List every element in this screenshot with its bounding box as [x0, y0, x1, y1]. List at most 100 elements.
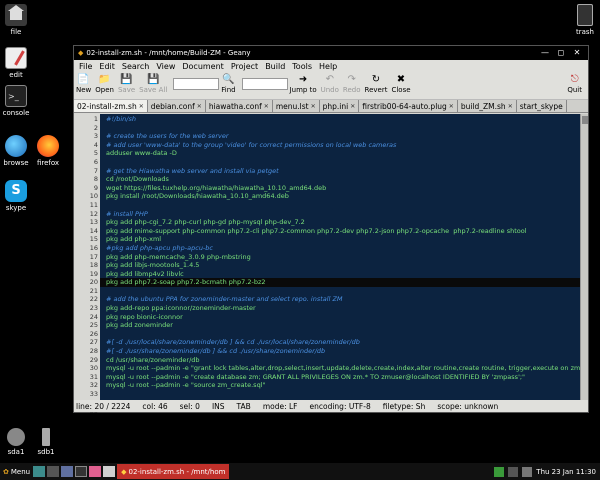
tab-hiawatha-conf[interactable]: hiawatha.conf ✕	[206, 100, 273, 112]
revert-button[interactable]: ↻ Revert	[365, 74, 388, 94]
close-tab-icon[interactable]: ✕	[139, 103, 144, 110]
code-line[interactable]	[100, 158, 580, 167]
code-line[interactable]: pkg add libjs-mootools_1.4.5	[100, 261, 580, 270]
minimize-icon[interactable]: —	[540, 48, 550, 58]
quicklaunch-editor-icon[interactable]	[75, 466, 88, 477]
tray-app-icon[interactable]	[494, 466, 505, 477]
tab-php-ini[interactable]: php.ini ✕	[320, 100, 360, 112]
find-button[interactable]: 🔍 Find	[221, 74, 235, 94]
tab-build-zm[interactable]: build_ZM.sh ✕	[458, 100, 517, 112]
save-all-button[interactable]: 💾 Save All	[139, 74, 167, 94]
start-menu-button[interactable]: ✿ Menu	[0, 465, 33, 478]
menu-tools[interactable]: Tools	[292, 62, 312, 71]
code-line[interactable]: cd /usr/share/zoneminder/db	[100, 356, 580, 365]
code-line[interactable]	[100, 390, 580, 399]
quit-button[interactable]: ⎋ Quit	[567, 74, 582, 94]
code-line[interactable]: #[ -d ./usr/share/zoneminder/db ] && cd …	[100, 347, 580, 356]
clock[interactable]: Thu 23 Jan 11:30	[536, 468, 596, 476]
code-line[interactable]	[100, 124, 580, 133]
volume-icon[interactable]	[522, 466, 533, 477]
menu-search[interactable]: Search	[122, 62, 149, 71]
code-line[interactable]: # create the users for the web server	[100, 132, 580, 141]
desktop-icon-skype[interactable]: S skype	[0, 180, 38, 212]
desktop-icon-edit[interactable]: edit	[0, 47, 38, 79]
menu-document[interactable]: Document	[182, 62, 223, 71]
menu-edit[interactable]: Edit	[99, 62, 115, 71]
code-line[interactable]: pkg add php-memcache_3.0.9 php-mbstring	[100, 253, 580, 262]
desktop-icon-firefox[interactable]: firefox	[26, 135, 70, 167]
jump-to-line-input[interactable]	[241, 78, 288, 90]
code-line[interactable]: mysql -u root --padmin -e "grant lock ta…	[100, 364, 580, 373]
close-tab-icon[interactable]: ✕	[508, 103, 513, 110]
code-editor[interactable]: 1 2 3 4 5 6 7 8 9 10 11 12 13 14 15 16 17 18 19 20 21 22 23 24 2…	[74, 114, 588, 415]
tab-firstrib-plug[interactable]: firstrib00-64-auto.plug ✕	[359, 100, 458, 112]
window-titlebar[interactable]: ◆ 02-install-zm.sh - /mnt/home/Build-ZM …	[74, 46, 588, 60]
code-line[interactable]: pkg add-repo ppa:iconnor/zoneminder-mast…	[100, 304, 580, 313]
menu-build[interactable]: Build	[265, 62, 285, 71]
code-line[interactable]: wget https://files.tuxhelp.org/hiawatha/…	[100, 184, 580, 193]
quicklaunch-terminal-icon[interactable]	[47, 466, 60, 477]
code-line[interactable]: pkg install /root/Downloads/hiawatha_10.…	[100, 192, 580, 201]
close-tab-icon[interactable]: ✕	[449, 103, 454, 110]
desktop-icon-console[interactable]: >_ console	[0, 85, 38, 117]
quicklaunch-desktop-icon[interactable]	[33, 466, 46, 477]
menu-view[interactable]: View	[156, 62, 175, 71]
desktop-icon-file[interactable]: file	[0, 4, 38, 36]
terminal-icon: >_	[5, 85, 27, 107]
close-tab-icon[interactable]: ✕	[350, 103, 355, 110]
code-line[interactable]	[100, 201, 580, 210]
line-number: 1	[93, 115, 98, 123]
save-button[interactable]: 💾 Save	[118, 74, 135, 94]
code-line[interactable]: pkg add php-cgi_7.2 php-curl php-gd php-…	[100, 218, 580, 227]
task-geany[interactable]: ◆ 02-install-zm.sh - /mnt/hom	[117, 464, 230, 479]
code-area[interactable]: #!/bin/sh # create the users for the web …	[100, 114, 580, 400]
jump-to-button[interactable]: ➜ Jump to	[290, 74, 317, 94]
new-button[interactable]: 📄 New	[76, 74, 91, 94]
desktop-icon-sdb1[interactable]: sdb1	[24, 428, 68, 456]
code-line[interactable]: pkg add zoneminder	[100, 321, 580, 330]
tab-debian-conf[interactable]: debian.conf ✕	[148, 100, 206, 112]
code-line[interactable]: adduser www-data -D	[100, 149, 580, 158]
code-line[interactable]: pkg add php-xml	[100, 235, 580, 244]
code-line[interactable]: pkg add mime-support php-common php7.2-c…	[100, 227, 580, 236]
code-line[interactable]: pkg repo bionic-iconnor	[100, 313, 580, 322]
redo-button[interactable]: ↷ Redo	[343, 74, 361, 94]
scrollbar-thumb[interactable]	[581, 116, 588, 124]
undo-button[interactable]: ↶ Undo	[321, 74, 339, 94]
close-tab-icon[interactable]: ✕	[311, 103, 316, 110]
close-button[interactable]: ✖ Close	[391, 74, 410, 94]
code-line[interactable]: #pkg add php-apcu php-apcu-bc	[100, 244, 580, 253]
code-line[interactable]: pkg add php7.2-soap php7.2-bcmath php7.2…	[100, 278, 580, 287]
menu-help[interactable]: Help	[319, 62, 337, 71]
code-line[interactable]: # add the ubuntu PPA for zoneminder-mast…	[100, 295, 580, 304]
code-line[interactable]: mysql -u root --padmin -e "create databa…	[100, 373, 580, 382]
code-line[interactable]: pkg add libmp4v2 libvlc	[100, 270, 580, 279]
code-line[interactable]: #[ -d ./usr/local/share/zoneminder/db ] …	[100, 338, 580, 347]
network-icon[interactable]	[508, 466, 519, 477]
code-line[interactable]: cd /root/Downloads	[100, 175, 580, 184]
quicklaunch-files-icon[interactable]	[61, 466, 74, 477]
code-line[interactable]: # get the Hiawatha web server and instal…	[100, 167, 580, 176]
tab-menu-lst[interactable]: menu.lst ✕	[273, 100, 320, 112]
menu-file[interactable]: File	[79, 62, 92, 71]
tab-02-install-zm[interactable]: 02-install-zm.sh ✕	[74, 100, 148, 112]
open-button[interactable]: 📁 Open	[95, 74, 114, 94]
toolbar-search-input[interactable]	[173, 78, 220, 90]
close-tab-icon[interactable]: ✕	[264, 103, 269, 110]
workspace-1-icon[interactable]	[89, 466, 102, 477]
tab-start-skype[interactable]: start_skype	[517, 100, 567, 112]
code-line[interactable]: mysql -u root --padmin -e "source zm_cre…	[100, 381, 580, 390]
close-window-icon[interactable]: ✕	[572, 48, 582, 58]
desktop-icon-trash[interactable]: trash	[563, 4, 600, 36]
code-line[interactable]	[100, 330, 580, 339]
text-editor-icon	[5, 47, 27, 69]
maximize-icon[interactable]: ◻	[556, 48, 566, 58]
code-line[interactable]: # add user 'www-data' to the group 'vide…	[100, 141, 580, 150]
code-line[interactable]	[100, 287, 580, 296]
code-line[interactable]: #!/bin/sh	[100, 115, 580, 124]
close-tab-icon[interactable]: ✕	[197, 103, 202, 110]
code-line[interactable]: # install PHP	[100, 210, 580, 219]
workspace-2-icon[interactable]	[103, 466, 116, 477]
menu-project[interactable]: Project	[231, 62, 258, 71]
vertical-scrollbar[interactable]	[580, 114, 588, 400]
